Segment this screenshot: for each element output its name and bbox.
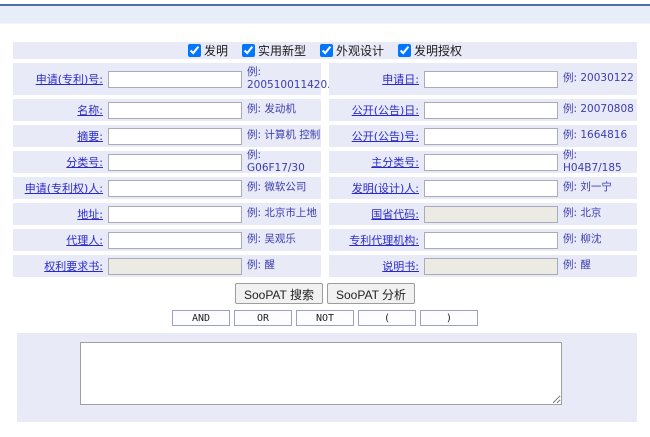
address-input[interactable]: [108, 206, 242, 223]
field-label-description[interactable]: 说明书:: [329, 258, 419, 274]
description-example: 例: 醒: [563, 259, 637, 272]
form-row-1: 申请(专利)号: 例: 200510011420.0 申请日: 例: 20030…: [13, 63, 637, 95]
field-cell-address: 地址: 例: 北京市上地: [13, 203, 321, 225]
applicant-input[interactable]: [108, 180, 242, 197]
field-label-inventor[interactable]: 发明(设计)人:: [329, 180, 419, 196]
app-number-input[interactable]: [108, 71, 242, 88]
agency-example: 例: 柳沈: [563, 233, 637, 246]
pub-date-input[interactable]: [424, 102, 558, 119]
pub-date-example: 例: 20070808: [563, 103, 637, 116]
field-cell-main-ipc-class: 主分类号: 例: H04B7/185: [329, 151, 637, 173]
field-cell-agency: 专利代理机构: 例: 柳沈: [329, 229, 637, 251]
checkbox-invention[interactable]: 发明: [188, 42, 228, 59]
pub-number-input[interactable]: [424, 128, 558, 145]
claims-example: 例: 醒: [247, 259, 321, 272]
field-cell-app-number: 申请(专利)号: 例: 200510011420.0: [13, 63, 321, 95]
field-cell-title: 名称: 例: 发动机: [13, 99, 321, 121]
action-button-row: SooPAT 搜索 SooPAT 分析: [13, 283, 637, 304]
field-label-ipc-class[interactable]: 分类号:: [13, 154, 103, 170]
field-cell-province-code: 国省代码: 例: 北京: [329, 203, 637, 225]
invention-checkbox[interactable]: [188, 44, 201, 57]
main-ipc-class-example: 例: H04B7/185: [563, 149, 637, 175]
ipc-class-example: 例: G06F17/30: [247, 149, 321, 175]
ipc-class-input[interactable]: [108, 154, 242, 171]
main-ipc-class-input[interactable]: [424, 154, 558, 171]
checkbox-granted-invention[interactable]: 发明授权: [398, 42, 462, 59]
field-label-pub-date[interactable]: 公开(公告)日:: [329, 102, 419, 118]
field-label-app-number[interactable]: 申请(专利)号:: [13, 71, 103, 87]
design-checkbox-label: 外观设计: [336, 42, 384, 59]
form-row-2: 名称: 例: 发动机 公开(公告)日: 例: 20070808: [13, 99, 637, 121]
field-cell-inventor: 发明(设计)人: 例: 刘一宁: [329, 177, 637, 199]
province-code-input: [424, 206, 558, 223]
granted-invention-checkbox-label: 发明授权: [414, 42, 462, 59]
field-cell-agent: 代理人: 例: 吴观乐: [13, 229, 321, 251]
form-row-4: 分类号: 例: G06F17/30 主分类号: 例: H04B7/185: [13, 151, 637, 173]
applicant-example: 例: 微软公司: [247, 181, 321, 194]
operator-button-row: AND OR NOT ( ): [13, 310, 637, 326]
query-panel: [17, 333, 637, 422]
field-label-agency[interactable]: 专利代理机构:: [329, 232, 419, 248]
field-label-address[interactable]: 地址:: [13, 206, 103, 222]
claims-input: [108, 258, 242, 275]
utility-model-checkbox-label: 实用新型: [258, 42, 306, 59]
field-label-main-ipc-class[interactable]: 主分类号:: [329, 154, 419, 170]
field-cell-app-date: 申请日: 例: 20030122: [329, 63, 637, 95]
agent-input[interactable]: [108, 232, 242, 249]
field-cell-pub-date: 公开(公告)日: 例: 20070808: [329, 99, 637, 121]
address-example: 例: 北京市上地: [247, 207, 321, 220]
design-checkbox[interactable]: [320, 44, 333, 57]
form-row-8: 权利要求书: 例: 醒 说明书: 例: 醒: [13, 255, 637, 277]
app-number-example: 例: 200510011420.0: [247, 66, 337, 92]
operator-not-button[interactable]: NOT: [296, 310, 354, 326]
description-input: [424, 258, 558, 275]
abstract-input[interactable]: [108, 128, 242, 145]
checkbox-design[interactable]: 外观设计: [320, 42, 384, 59]
utility-model-checkbox[interactable]: [242, 44, 255, 57]
field-label-claims[interactable]: 权利要求书:: [13, 258, 103, 274]
field-cell-applicant: 申请(专利权)人: 例: 微软公司: [13, 177, 321, 199]
field-cell-description: 说明书: 例: 醒: [329, 255, 637, 277]
granted-invention-checkbox[interactable]: [398, 44, 411, 57]
patent-search-form: 发明 实用新型 外观设计 发明授权 申请(专利)号: 例: 2005100114…: [13, 42, 637, 422]
title-example: 例: 发动机: [247, 103, 321, 116]
operator-close-paren-button[interactable]: ): [420, 310, 478, 326]
field-label-pub-number[interactable]: 公开(公告)号:: [329, 128, 419, 144]
agent-example: 例: 吴观乐: [247, 233, 321, 246]
field-cell-claims: 权利要求书: 例: 醒: [13, 255, 321, 277]
pub-number-example: 例: 1664816: [563, 129, 637, 142]
field-label-abstract[interactable]: 摘要:: [13, 128, 103, 144]
province-code-example: 例: 北京: [563, 207, 637, 220]
patent-type-checkbox-row: 发明 实用新型 外观设计 发明授权: [13, 42, 637, 59]
form-row-5: 申请(专利权)人: 例: 微软公司 发明(设计)人: 例: 刘一宁: [13, 177, 637, 199]
field-label-applicant[interactable]: 申请(专利权)人:: [13, 180, 103, 196]
header-bar: [0, 6, 650, 24]
form-row-7: 代理人: 例: 吴观乐 专利代理机构: 例: 柳沈: [13, 229, 637, 251]
form-row-6: 地址: 例: 北京市上地 国省代码: 例: 北京: [13, 203, 637, 225]
inventor-example: 例: 刘一宁: [563, 181, 637, 194]
checkbox-utility-model[interactable]: 实用新型: [242, 42, 306, 59]
field-label-app-date[interactable]: 申请日:: [329, 71, 419, 87]
agency-input[interactable]: [424, 232, 558, 249]
operator-and-button[interactable]: AND: [172, 310, 230, 326]
soopat-analyze-button[interactable]: SooPAT 分析: [327, 283, 415, 304]
abstract-example: 例: 计算机 控制: [247, 129, 321, 142]
title-input[interactable]: [108, 102, 242, 119]
operator-or-button[interactable]: OR: [234, 310, 292, 326]
operator-open-paren-button[interactable]: (: [358, 310, 416, 326]
field-cell-pub-number: 公开(公告)号: 例: 1664816: [329, 125, 637, 147]
query-expression-textarea[interactable]: [80, 342, 562, 405]
invention-checkbox-label: 发明: [204, 42, 228, 59]
soopat-search-button[interactable]: SooPAT 搜索: [235, 283, 323, 304]
field-label-title[interactable]: 名称:: [13, 102, 103, 118]
field-label-agent[interactable]: 代理人:: [13, 232, 103, 248]
form-row-3: 摘要: 例: 计算机 控制 公开(公告)号: 例: 1664816: [13, 125, 637, 147]
field-cell-abstract: 摘要: 例: 计算机 控制: [13, 125, 321, 147]
inventor-input[interactable]: [424, 180, 558, 197]
field-cell-ipc-class: 分类号: 例: G06F17/30: [13, 151, 321, 173]
app-date-example: 例: 20030122: [563, 72, 637, 85]
app-date-input[interactable]: [424, 71, 558, 88]
field-label-province-code[interactable]: 国省代码:: [329, 206, 419, 222]
